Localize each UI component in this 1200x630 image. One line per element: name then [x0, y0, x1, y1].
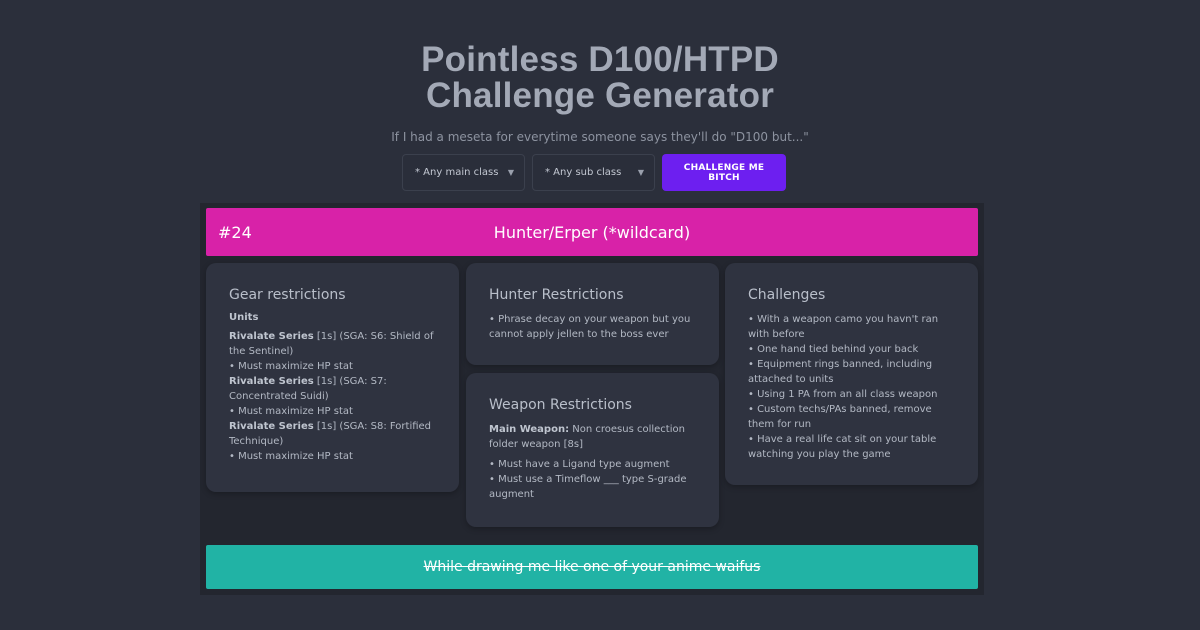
gear-heading: Gear restrictions — [229, 287, 346, 303]
challenge-item: • Using 1 PA from an all class weapon — [748, 389, 938, 400]
hunter-heading: Hunter Restrictions — [489, 287, 624, 303]
challenge-footer: While drawing me like one of your anime … — [206, 545, 978, 589]
hunter-restrictions-card: Hunter Restrictions • Phrase decay on yo… — [466, 263, 719, 365]
title-line-2: Challenge Generator — [425, 76, 775, 115]
hunter-restriction-text: • Phrase decay on your weapon but you ca… — [489, 314, 691, 340]
challenge-item: • With a weapon camo you havn't ran with… — [748, 314, 939, 340]
unit-bullet: • Must maximize HP stat — [229, 406, 353, 417]
unit-item: Rivalate Series [1s] (SGA: S7: Concentra… — [229, 374, 436, 404]
challenge-item: • Have a real life cat sit on your table… — [748, 434, 937, 460]
weapon-bullet: • Must have a Ligand type augment — [489, 459, 670, 470]
main-weapon-label: Main Weapon: — [489, 424, 570, 435]
controls-bar: * Any main class ▼ * Any sub class ▼ CHA… — [402, 154, 786, 191]
page-title: Pointless D100/HTPD Challenge Generator — [0, 42, 1200, 114]
unit-name: Rivalate Series — [229, 331, 314, 342]
challenge-item: • Custom techs/PAs banned, remove them f… — [748, 404, 932, 430]
main-class-select[interactable]: * Any main class ▼ — [402, 154, 525, 191]
page-header: Pointless D100/HTPD Challenge Generator … — [0, 42, 1200, 145]
unit-item: Rivalate Series [1s] (SGA: S8: Fortified… — [229, 419, 436, 449]
units-label: Units — [229, 312, 259, 323]
challenge-item: • Equipment rings banned, including atta… — [748, 359, 933, 385]
main-weapon-line: Main Weapon: Non croesus collection fold… — [489, 422, 696, 452]
main-class-value: * Any main class — [415, 167, 499, 178]
challenge-number: #24 — [218, 222, 252, 242]
weapon-bullet: • Must use a Timeflow ___ type S-grade a… — [489, 474, 687, 500]
challenge-banner: #24 Hunter/Erper (*wildcard) — [206, 208, 978, 256]
unit-item: Rivalate Series [1s] (SGA: S6: Shield of… — [229, 329, 436, 359]
unit-name: Rivalate Series — [229, 376, 314, 387]
challenges-card: Challenges • With a weapon camo you havn… — [725, 263, 978, 485]
unit-bullet: • Must maximize HP stat — [229, 451, 353, 462]
title-line-1: Pointless D100/HTPD — [421, 40, 779, 79]
challenge-item: • One hand tied behind your back — [748, 344, 919, 355]
weapon-heading: Weapon Restrictions — [489, 397, 632, 413]
sub-class-value: * Any sub class — [545, 167, 622, 178]
challenge-class-title: Hunter/Erper (*wildcard) — [493, 222, 691, 242]
challenges-heading: Challenges — [748, 287, 826, 303]
challenge-button[interactable]: CHALLENGE ME BITCH — [662, 154, 786, 191]
unit-name: Rivalate Series — [229, 421, 314, 432]
page-subtitle: If I had a meseta for everytime someone … — [391, 130, 809, 144]
gear-restrictions-card: Gear restrictions Units Rivalate Series … — [206, 263, 459, 492]
unit-bullet: • Must maximize HP stat — [229, 361, 353, 372]
challenge-panel: #24 Hunter/Erper (*wildcard) Gear restri… — [200, 203, 984, 595]
weapon-restrictions-card: Weapon Restrictions Main Weapon: Non cro… — [466, 373, 719, 527]
sub-class-select[interactable]: * Any sub class ▼ — [532, 154, 655, 191]
chevron-down-icon: ▼ — [507, 168, 514, 177]
chevron-down-icon: ▼ — [637, 168, 644, 177]
